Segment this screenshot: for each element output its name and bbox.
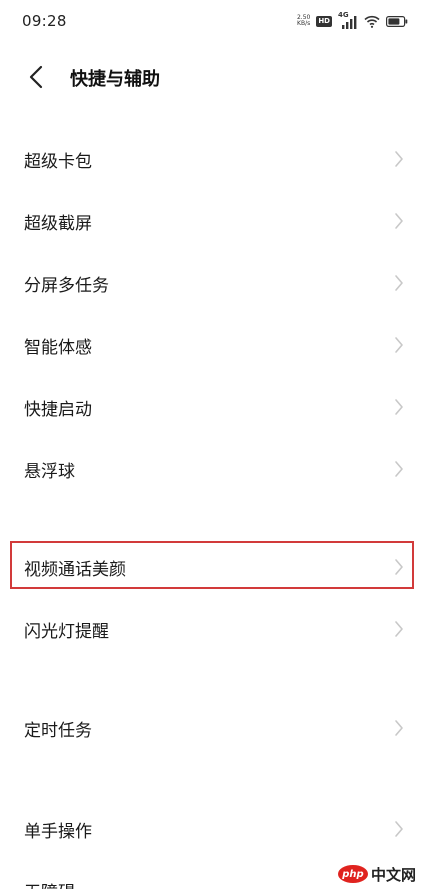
wifi-icon: [364, 15, 380, 28]
settings-item-label: 快捷启动: [24, 400, 92, 420]
header: 快捷与辅助: [0, 52, 424, 102]
chevron-right-icon: [395, 821, 403, 837]
page-title: 快捷与辅助: [70, 69, 160, 90]
network-speed: 2.50 KB/s: [297, 15, 310, 27]
site-watermark: php 中文网: [337, 863, 416, 885]
settings-item-label: 无障碍: [24, 878, 75, 889]
battery-icon: [386, 15, 408, 27]
settings-item-label: 超级截屏: [24, 214, 92, 234]
settings-item-smart-motion[interactable]: 智能体感: [0, 317, 424, 373]
chevron-right-icon: [395, 621, 403, 637]
network-speed-unit: KB/s: [297, 20, 311, 27]
signal-type-label: 4G: [338, 11, 349, 19]
settings-item-label: 悬浮球: [24, 462, 75, 482]
settings-item-label: 分屏多任务: [24, 276, 109, 296]
settings-item-split-screen-multitask[interactable]: 分屏多任务: [0, 255, 424, 311]
hd-badge: HD: [316, 15, 332, 27]
chevron-right-icon: [395, 151, 403, 167]
chevron-right-icon: [395, 275, 403, 291]
settings-item-flash-notification[interactable]: 闪光灯提醒: [0, 601, 424, 657]
settings-item-quick-launch[interactable]: 快捷启动: [0, 379, 424, 435]
settings-item-label: 智能体感: [24, 338, 92, 358]
highlight-box: [10, 541, 414, 589]
settings-item-super-screenshot[interactable]: 超级截屏: [0, 193, 424, 249]
settings-item-label: 闪光灯提醒: [24, 622, 109, 642]
settings-item-one-hand-mode[interactable]: 单手操作: [0, 801, 424, 857]
settings-item-super-card-pack[interactable]: 超级卡包: [0, 131, 424, 187]
cellular-signal-icon: 4G: [338, 11, 358, 29]
watermark-text: 中文网: [370, 865, 416, 884]
watermark-logo: php: [337, 865, 368, 883]
chevron-right-icon: [395, 461, 403, 477]
status-bar: 09:28 2.50 KB/s HD 4G: [0, 0, 424, 44]
settings-item-label: 单手操作: [24, 822, 92, 842]
settings-item-scheduled-tasks[interactable]: 定时任务: [0, 700, 424, 756]
status-icons: 2.50 KB/s HD 4G: [297, 11, 408, 29]
chevron-right-icon: [395, 399, 403, 415]
chevron-right-icon: [395, 337, 403, 353]
chevron-right-icon: [395, 720, 403, 736]
settings-item-label: 定时任务: [24, 721, 92, 741]
settings-item-label: 超级卡包: [24, 152, 92, 172]
status-time: 09:28: [22, 12, 67, 30]
chevron-right-icon: [395, 213, 403, 229]
settings-item-floating-ball[interactable]: 悬浮球: [0, 441, 424, 497]
back-arrow-icon[interactable]: [24, 64, 50, 90]
